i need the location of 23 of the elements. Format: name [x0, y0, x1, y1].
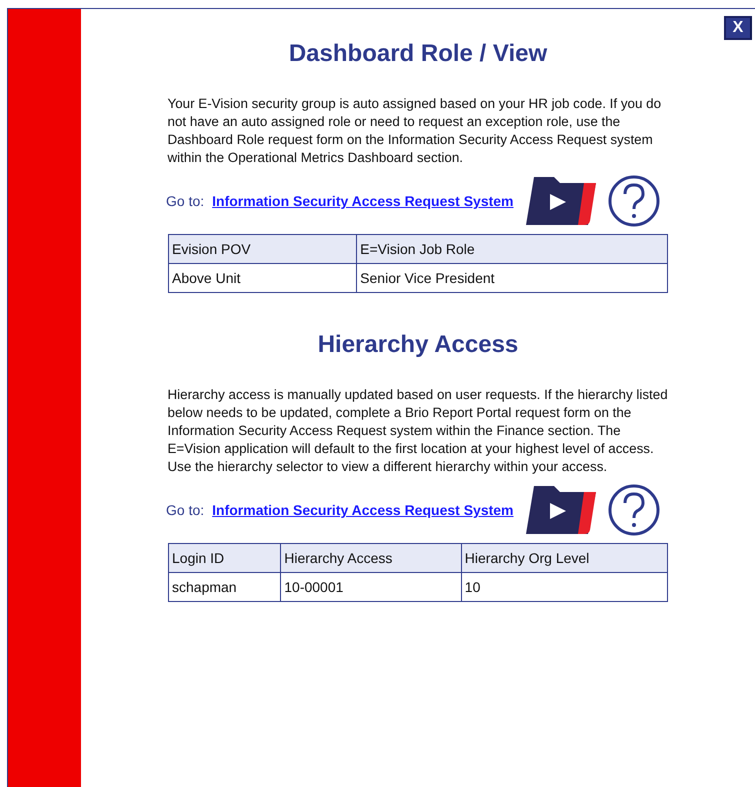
column-header: E=Vision Job Role — [356, 234, 668, 264]
request-system-link[interactable]: Information Security Access Request System — [212, 193, 514, 209]
section-title: Hierarchy Access — [318, 331, 518, 359]
section-title: Dashboard Role / View — [288, 40, 548, 68]
table-cell: 10 — [461, 572, 668, 602]
column-header: Hierarchy Org Level — [461, 544, 668, 572]
play-folder-icon[interactable] — [526, 486, 596, 534]
column-header: Hierarchy Access — [280, 544, 462, 572]
request-system-link[interactable]: Information Security Access Request System — [212, 502, 514, 518]
play-folder-icon[interactable] — [526, 177, 596, 225]
table-cell: 10-00001 — [280, 572, 462, 602]
table-cell: Senior Vice President — [356, 264, 668, 292]
column-header: Evision POV — [168, 234, 357, 264]
column-header: Login ID — [168, 544, 281, 572]
goto-label: Go to: — [166, 193, 204, 209]
description-paragraph: Your E-Vision security group is auto assigned based on your HR job code. If you do not have an auto assigned role or need to request an exception role, use the Dashboard Role request form on the Information Security Access Request system within the Operational Metrics Dashboard section. — [168, 95, 662, 167]
close-button[interactable]: X — [724, 16, 752, 40]
table-cell: schapman — [168, 572, 281, 602]
help-icon[interactable] — [608, 175, 660, 227]
help-icon[interactable] — [608, 484, 660, 536]
description-paragraph: Hierarchy access is manually updated based on user requests. If the hierarchy listed below needs to be updated, complete a Brio Report Portal request form on the Information Security Access Request system within the Finance section. The E=Vision application will default to the first location at your highest level of access. Use the hierarchy selector to view a different hierarchy within your access. — [168, 386, 669, 476]
goto-label: Go to: — [166, 502, 204, 518]
table-cell: Above Unit — [168, 264, 357, 292]
